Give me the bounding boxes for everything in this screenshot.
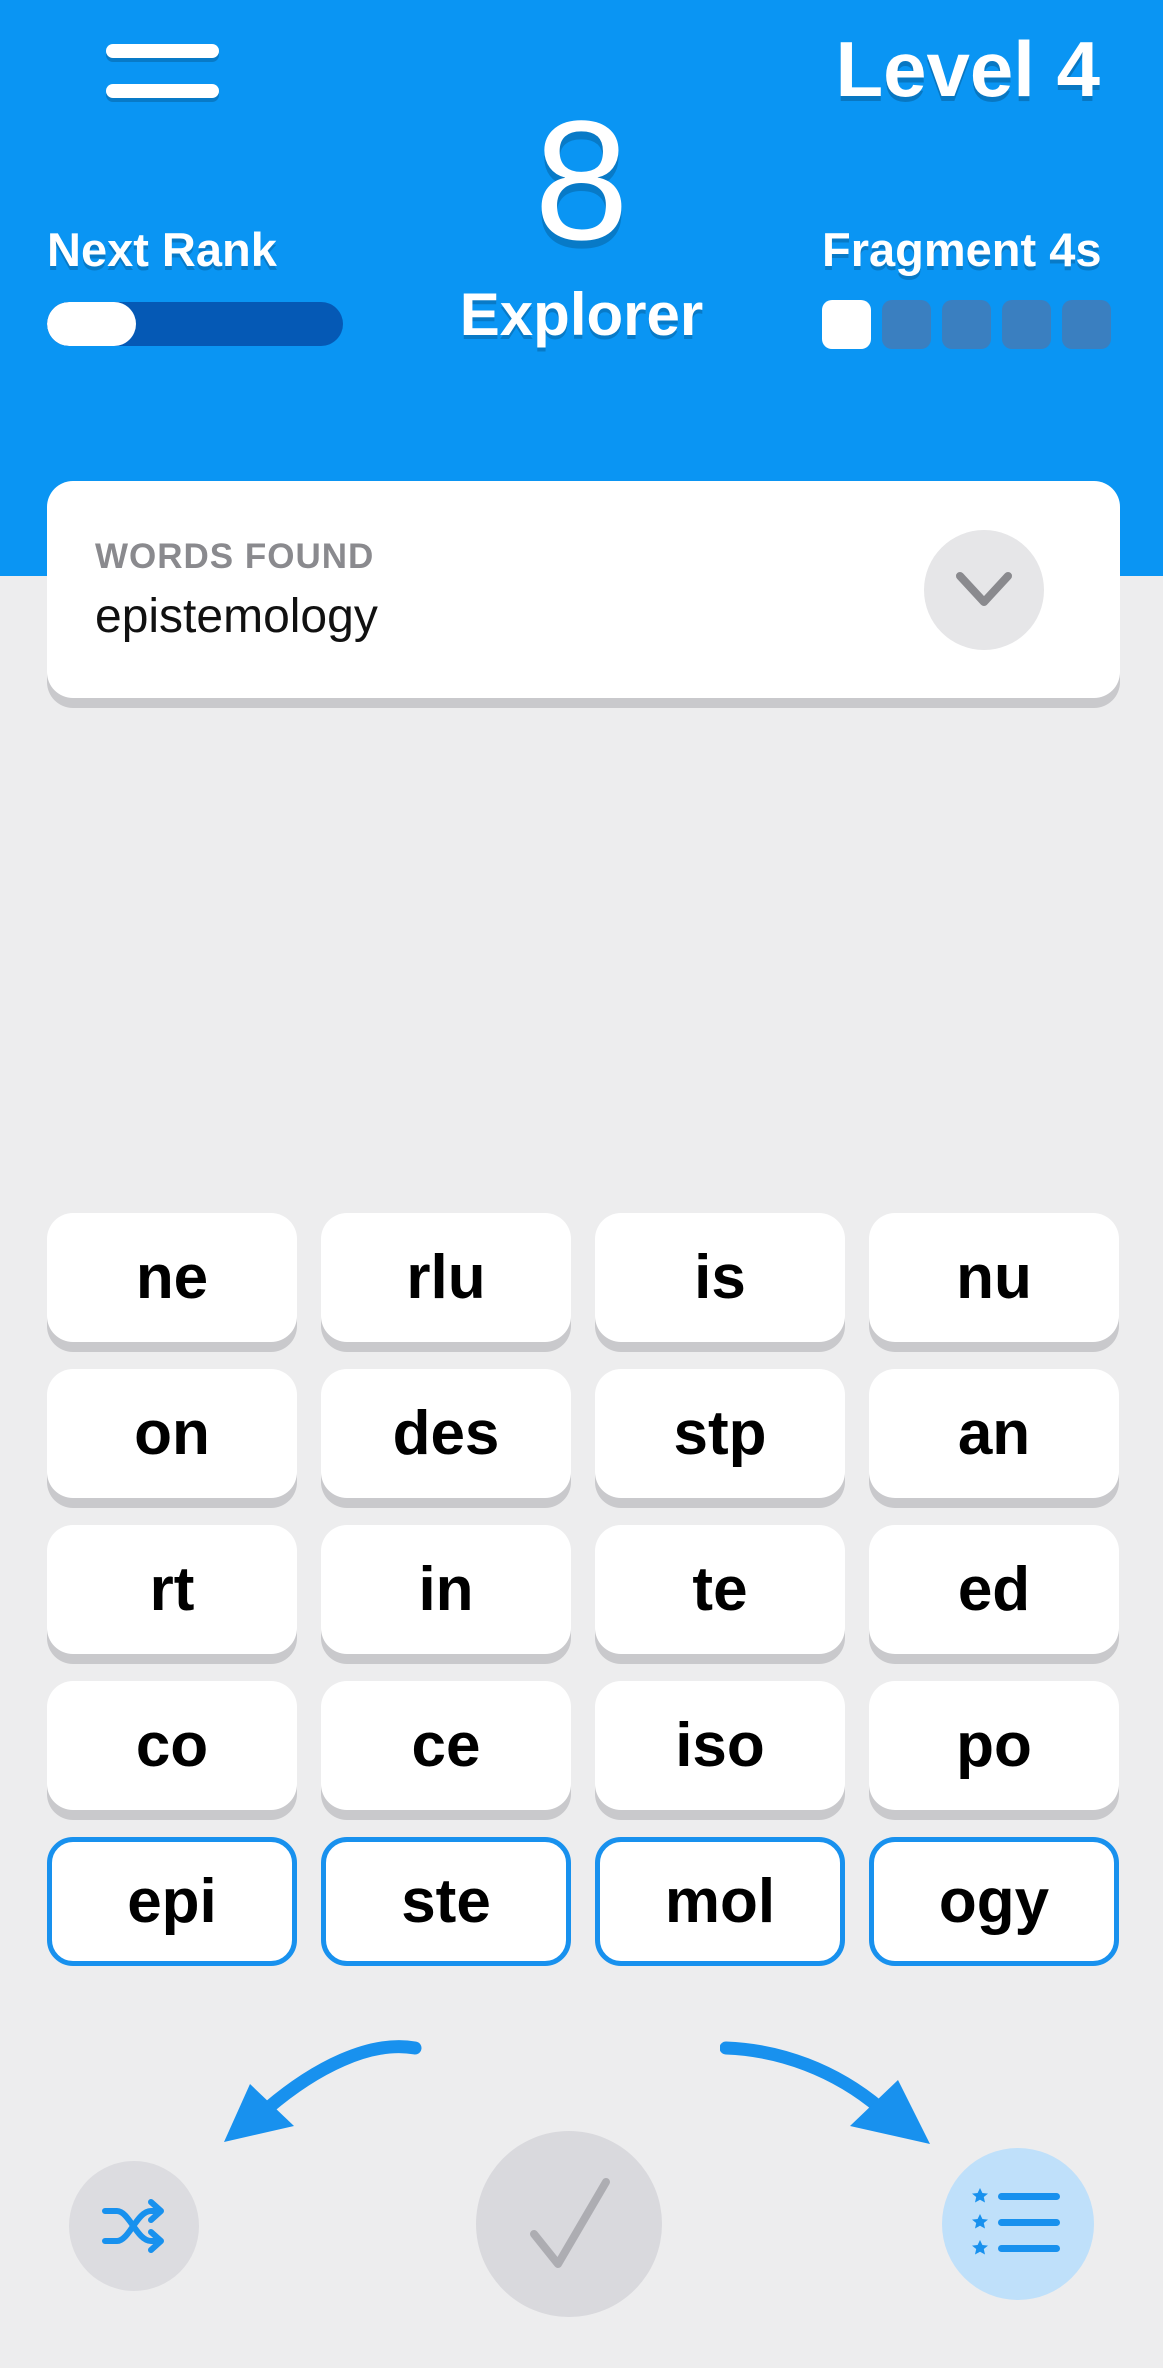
fragment-tile[interactable]: ne [47,1213,297,1342]
fragment-timer-label: Fragment 4s [822,223,1102,276]
fragment-tile-selected[interactable]: ste [321,1837,571,1966]
fragment-tile[interactable]: des [321,1369,571,1498]
words-found-list: epistemology [95,590,378,643]
next-rank-progress-fill [47,302,136,346]
submit-word-button[interactable] [476,2131,662,2317]
fragment-tile[interactable]: rt [47,1525,297,1654]
fragment-tile[interactable]: ed [869,1525,1119,1654]
next-rank-label: Next Rank [47,223,277,276]
expand-words-button[interactable] [924,530,1044,650]
fragment-tile[interactable]: stp [595,1369,845,1498]
fragment-tile[interactable]: in [321,1525,571,1654]
menu-icon-bar [106,44,219,58]
fragment-tile[interactable]: is [595,1213,845,1342]
checkmark-icon [530,2178,610,2268]
fragment-tile[interactable]: po [869,1681,1119,1810]
ranked-words-button[interactable] [942,2148,1094,2300]
fragment-pip [822,300,871,349]
fragment-tile[interactable]: te [595,1525,845,1654]
fragment-pip [882,300,931,349]
fragment-tile[interactable]: an [869,1369,1119,1498]
fragment-pip [1002,300,1051,349]
fragment-pip [942,300,991,349]
fragment-tile[interactable]: co [47,1681,297,1810]
fragment-tile[interactable]: iso [595,1681,845,1810]
arrow-to-list-icon [720,2041,930,2144]
fragment-pip [1062,300,1111,349]
words-found-title: WORDS FOUND [95,537,375,576]
fragment-tile-selected[interactable]: mol [595,1837,845,1966]
words-found-panel: WORDS FOUND epistemology [47,481,1120,698]
fragment-tile[interactable]: on [47,1369,297,1498]
fragment-tile-grid: ne rlu is nu on des stp an rt in te ed co ce iso po epi s… [47,1213,1120,1966]
fragment-pips [822,300,1111,349]
fragment-tile-selected[interactable]: ogy [869,1837,1119,1966]
shuffle-icon [102,2199,164,2253]
next-rank-progress-bar [47,302,343,346]
chevron-down-icon [956,572,1012,606]
fragment-tile[interactable]: nu [869,1213,1119,1342]
arrow-to-shuffle-icon [224,2040,422,2142]
ranked-list-icon [972,2188,1060,2255]
fragment-tile[interactable]: ce [321,1681,571,1810]
fragment-tile[interactable]: rlu [321,1213,571,1342]
shuffle-button[interactable] [69,2161,199,2291]
fragment-tile-selected[interactable]: epi [47,1837,297,1966]
